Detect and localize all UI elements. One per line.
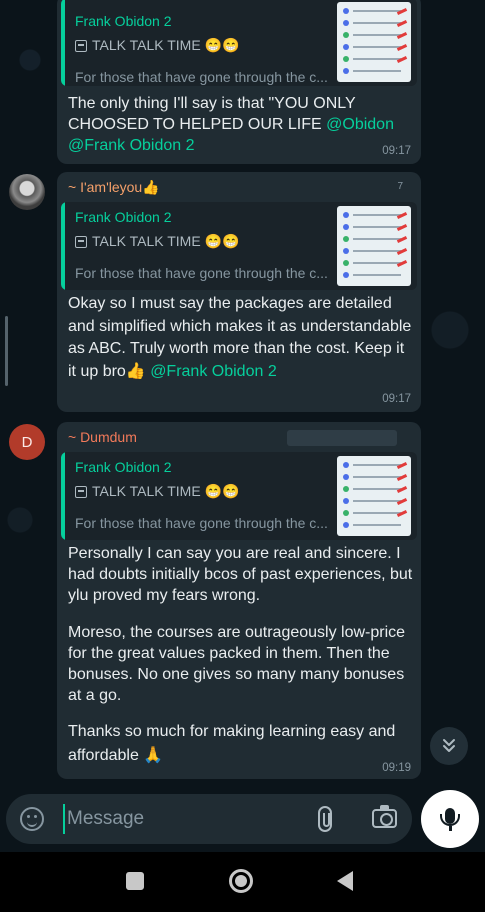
attach-icon[interactable] — [318, 806, 332, 832]
avatar[interactable]: D — [9, 424, 45, 460]
quote-title: TALK TALK TIME 😁😁 — [75, 483, 239, 500]
quoted-message[interactable]: Frank Obidon 2 TALK TALK TIME 😁😁 For tho… — [61, 0, 417, 86]
message-composer — [6, 794, 412, 844]
quote-thumbnail — [337, 456, 411, 536]
message-time: 09:19 — [382, 762, 411, 774]
quote-author: Frank Obidon 2 — [75, 459, 172, 475]
quote-title-text: TALK TALK TIME 😁😁 — [92, 37, 240, 53]
message-time: 09:17 — [382, 393, 411, 405]
quote-thumbnail — [337, 206, 411, 286]
quote-bar — [61, 0, 65, 86]
quote-title-text: TALK TALK TIME 😁😁 — [92, 483, 240, 499]
quote-title-text: TALK TALK TIME 😁😁 — [92, 233, 240, 249]
quote-description: For those that have gone through the c..… — [75, 515, 328, 531]
message-input[interactable] — [63, 804, 293, 834]
quoted-message[interactable]: Frank Obidon 2 TALK TALK TIME 😁😁 For tho… — [61, 202, 417, 290]
emoji-icon[interactable] — [20, 807, 44, 831]
quote-title: TALK TALK TIME 😁😁 — [75, 233, 239, 250]
quote-thumbnail — [337, 2, 411, 82]
camera-icon[interactable] — [372, 805, 397, 828]
document-icon — [75, 485, 87, 498]
message-text: Personally I can say you are real and si… — [68, 545, 413, 604]
avatar[interactable] — [9, 174, 45, 210]
message-text-part: The only thing I'll say is that "YOU ONL… — [68, 95, 356, 133]
sender-name[interactable]: ~ Dumdum — [68, 429, 137, 445]
quote-bar — [61, 202, 65, 290]
mention-link[interactable]: @Frank Obidon 2 — [150, 363, 277, 380]
back-icon[interactable] — [337, 871, 353, 891]
message-text: Moreso, the courses are outrageously low… — [68, 624, 406, 704]
message-time: 09:17 — [382, 145, 411, 157]
recents-icon[interactable] — [126, 872, 144, 890]
scroll-to-bottom-button[interactable] — [430, 727, 468, 765]
message-text: Thanks so much for making learning easy … — [68, 723, 396, 764]
chevrons-down-icon — [443, 739, 455, 752]
quote-author: Frank Obidon 2 — [75, 209, 172, 225]
home-icon[interactable] — [229, 869, 253, 893]
sender-name[interactable]: ~ I'am'leyou👍 — [68, 179, 160, 196]
sender-extra: 7 — [397, 181, 403, 192]
quote-author: Frank Obidon 2 — [75, 13, 172, 29]
document-icon — [75, 39, 87, 52]
blurred-phone-number — [287, 430, 397, 446]
quote-title: TALK TALK TIME 😁😁 — [75, 37, 239, 54]
quoted-message[interactable]: Frank Obidon 2 TALK TALK TIME 😁😁 For tho… — [61, 452, 417, 540]
quote-description: For those that have gone through the c..… — [75, 265, 328, 281]
quote-bar — [61, 452, 65, 540]
message-bubble[interactable]: ~ Dumdum Frank Obidon 2 TALK TALK TIME 😁… — [57, 422, 421, 779]
message-text: The only thing I'll say is that "YOU ONL… — [68, 93, 414, 156]
system-navigation-bar — [0, 852, 485, 912]
scroll-indicator — [5, 316, 8, 386]
voice-message-button[interactable] — [421, 790, 479, 848]
quote-description: For those that have gone through the c..… — [75, 69, 328, 85]
document-icon — [75, 235, 87, 248]
mic-icon — [440, 808, 460, 831]
message-text: Okay so I must say the packages are deta… — [68, 293, 414, 383]
message-bubble[interactable]: ~ I'am'leyou👍 7 Frank Obidon 2 TALK TALK… — [57, 172, 421, 412]
message-bubble[interactable]: Frank Obidon 2 TALK TALK TIME 😁😁 For tho… — [57, 0, 421, 164]
